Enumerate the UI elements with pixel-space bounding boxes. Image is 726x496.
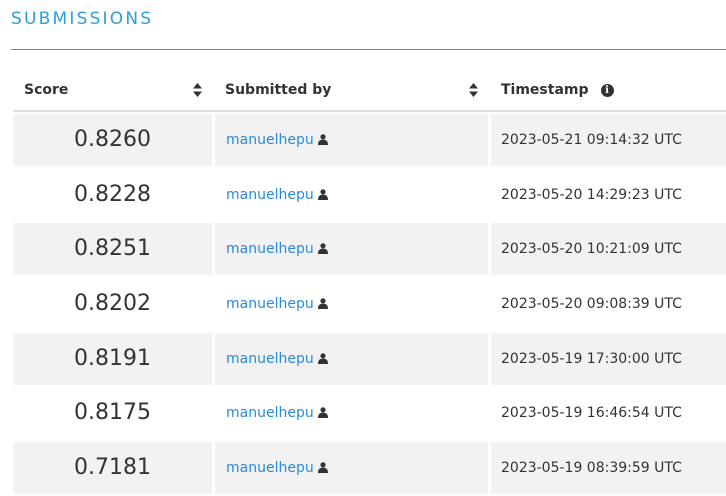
submitted-by-cell: manuelhepu: [215, 387, 488, 440]
heading-divider: [11, 49, 726, 50]
column-header-timestamp[interactable]: Timestamp i: [501, 70, 614, 110]
timestamp-cell: 2023-05-19 17:30:00 UTC: [491, 332, 726, 385]
table-row: 0.8175 manuelhepu 2023-05-19 16:46:54 UTC: [13, 385, 726, 440]
table-row: 0.7181 manuelhepu 2023-05-19 08:39:59 UTC: [13, 440, 726, 495]
table-row: 0.8260 manuelhepu 2023-05-21 09:14:32 UTC: [13, 112, 726, 167]
submitted-by-cell: manuelhepu: [215, 168, 488, 221]
score-cell: 0.8251: [13, 223, 212, 276]
user-icon: [317, 134, 328, 145]
submitted-by-cell: manuelhepu: [215, 277, 488, 330]
sort-icon[interactable]: [469, 83, 478, 97]
table-body: 0.8260 manuelhepu 2023-05-21 09:14:32 UTC 0…: [13, 112, 726, 495]
score-cell: 0.8228: [13, 168, 212, 221]
score-cell: 0.8260: [13, 114, 212, 166]
timestamp-cell: 2023-05-20 14:29:23 UTC: [491, 168, 726, 221]
score-cell: 0.8191: [13, 332, 212, 385]
submitted-by-cell: manuelhepu: [215, 441, 488, 494]
user-icon: [317, 462, 328, 473]
table-row: 0.8228 manuelhepu 2023-05-20 14:29:23 UTC: [13, 167, 726, 222]
submitted-by-cell: manuelhepu: [215, 114, 488, 166]
table-header: Score Submitted by Timestamp i: [13, 70, 726, 112]
score-cell: 0.8202: [13, 277, 212, 330]
user-icon: [317, 352, 328, 364]
user-icon: [317, 407, 328, 419]
column-header-submitted-by[interactable]: Submitted by: [225, 70, 331, 110]
table-row: 0.8202 manuelhepu 2023-05-20 09:08:39 UTC: [13, 276, 726, 331]
user-link[interactable]: manuelhepu: [226, 405, 314, 421]
table-row: 0.8251 manuelhepu 2023-05-20 10:21:09 UTC: [13, 221, 726, 276]
user-icon: [317, 298, 328, 309]
timestamp-cell: 2023-05-19 16:46:54 UTC: [491, 387, 726, 440]
user-icon: [317, 188, 328, 200]
sort-icon[interactable]: [193, 83, 202, 97]
score-cell: 0.7181: [13, 441, 212, 494]
page-title: SUBMISSIONS: [11, 9, 154, 29]
user-link[interactable]: manuelhepu: [226, 132, 314, 148]
user-link[interactable]: manuelhepu: [226, 187, 314, 203]
submissions-table: Score Submitted by Timestamp i 0.8260 manu…: [13, 70, 726, 495]
submitted-by-cell: manuelhepu: [215, 332, 488, 385]
user-icon: [317, 243, 328, 255]
submitted-by-cell: manuelhepu: [215, 223, 488, 276]
column-header-score[interactable]: Score: [24, 70, 68, 110]
user-link[interactable]: manuelhepu: [226, 296, 314, 312]
user-link[interactable]: manuelhepu: [226, 241, 314, 257]
table-row: 0.8191 manuelhepu 2023-05-19 17:30:00 UTC: [13, 331, 726, 386]
timestamp-cell: 2023-05-21 09:14:32 UTC: [491, 114, 726, 166]
timestamp-cell: 2023-05-20 10:21:09 UTC: [491, 223, 726, 276]
timestamp-cell: 2023-05-19 08:39:59 UTC: [491, 441, 726, 494]
info-icon[interactable]: i: [600, 84, 614, 97]
score-cell: 0.8175: [13, 387, 212, 440]
user-link[interactable]: manuelhepu: [226, 460, 314, 476]
column-header-timestamp-label: Timestamp: [501, 82, 589, 98]
timestamp-cell: 2023-05-20 09:08:39 UTC: [491, 277, 726, 330]
user-link[interactable]: manuelhepu: [226, 351, 314, 367]
